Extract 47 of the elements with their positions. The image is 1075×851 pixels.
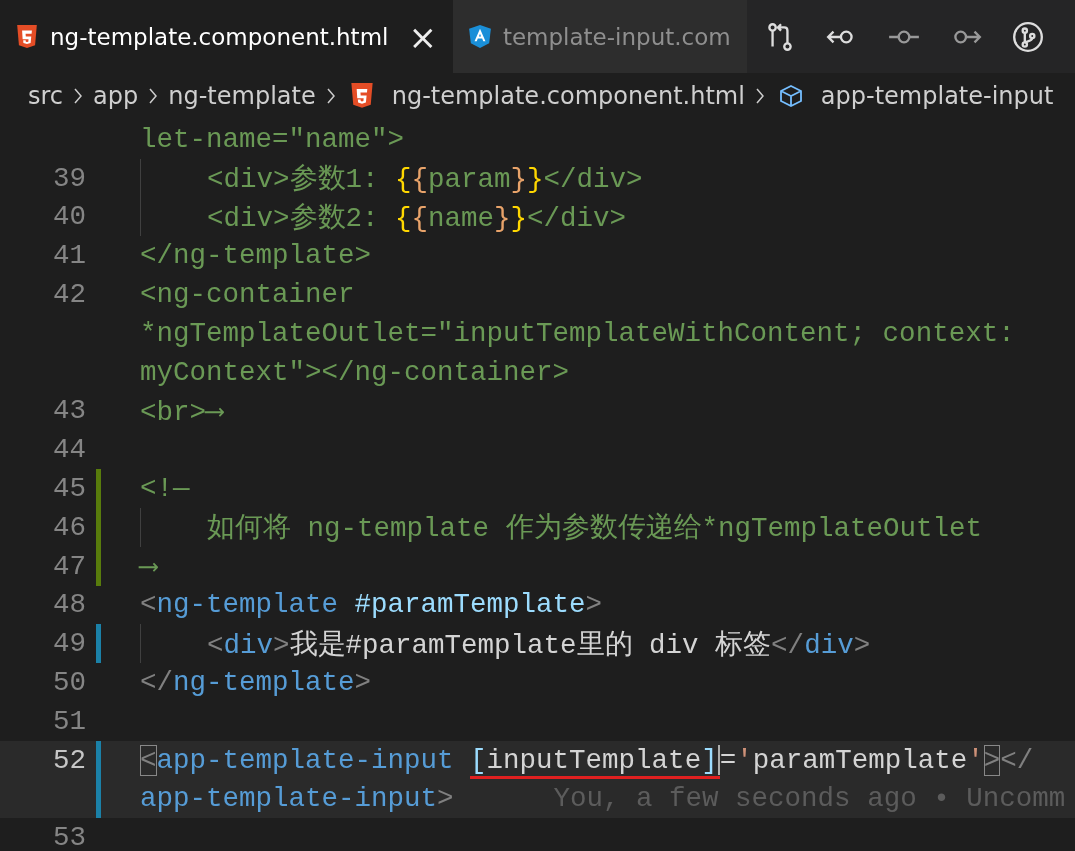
- code-line: <div>参数2: {{name}}</div>: [207, 202, 627, 235]
- line-number: 44: [53, 434, 86, 466]
- line-number: 39: [53, 162, 86, 194]
- code-line: <!—: [140, 473, 190, 505]
- chevron-icon: [754, 87, 765, 104]
- code-line: <div>我是#paramTemplate里的 div 标签</div>: [207, 628, 871, 662]
- code-line: let-name="name">: [140, 123, 405, 155]
- chevron-icon: [73, 87, 84, 104]
- line-number: 46: [53, 511, 86, 543]
- breadcrumb-item[interactable]: src: [28, 81, 64, 110]
- breadcrumb-item[interactable]: app-template-input: [820, 81, 1054, 110]
- code-line: <div>参数1: {{param}}</div>: [207, 163, 643, 197]
- breadcrumb-item[interactable]: ng-template: [168, 81, 316, 110]
- code-line: *ngTemplateOutlet="inputTemplateWithContent; context:: [140, 317, 1015, 349]
- code-line: ⟶: [140, 551, 157, 584]
- breadcrumb-item[interactable]: ng-template.component.html: [391, 81, 745, 110]
- angular-file-icon: [468, 24, 491, 49]
- code-line: <br>⟶: [140, 395, 223, 428]
- line-number: 41: [53, 240, 86, 272]
- code-line: <ng-template #paramTemplate>: [140, 589, 603, 621]
- line-number: 53: [53, 822, 86, 851]
- line-number: 51: [53, 705, 86, 737]
- line-number: 45: [53, 473, 86, 505]
- code-line: myContext"></ng-container>: [140, 356, 570, 388]
- html-file-icon: [349, 82, 374, 109]
- code-line: <ng-container: [140, 279, 355, 311]
- line-number: 42: [53, 279, 86, 311]
- code-line: app-template-input>: [140, 783, 454, 815]
- line-number: 43: [53, 395, 86, 427]
- line-number: 52: [53, 744, 86, 776]
- close-tab-button[interactable]: ×: [408, 16, 437, 57]
- line-number: 49: [53, 628, 86, 660]
- chevron-icon: [148, 87, 159, 104]
- editor-tab[interactable]: template-input.com: [452, 0, 747, 73]
- html-file-icon: [16, 24, 38, 49]
- editor-tab[interactable]: ng-template.component.html ×: [0, 0, 453, 73]
- line-number: 40: [53, 201, 86, 233]
- code-line: </ng-template>: [140, 667, 372, 699]
- code-line: </ng-template>: [140, 240, 372, 272]
- code-line: 如何将 ng-template 作为参数传递给*ngTemplateOutlet: [207, 511, 983, 546]
- line-number: 48: [53, 589, 86, 621]
- breadcrumb-item[interactable]: app: [93, 81, 139, 110]
- chevron-icon: [325, 87, 336, 104]
- cube-icon: [778, 82, 803, 109]
- line-number: 50: [53, 667, 86, 699]
- line-number: 47: [53, 550, 86, 582]
- source-control-icon[interactable]: [1010, 19, 1045, 54]
